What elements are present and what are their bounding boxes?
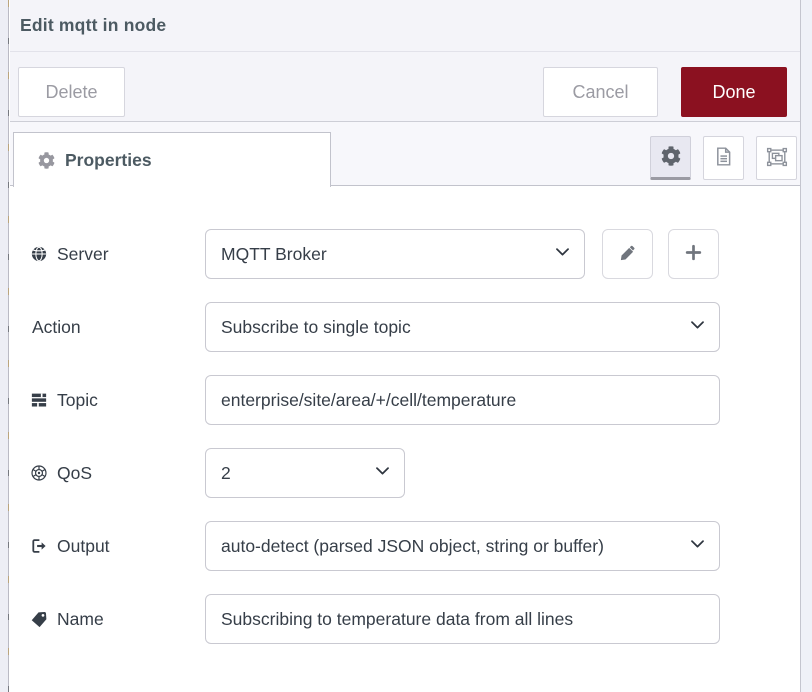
pencil-icon	[619, 244, 637, 265]
name-label: Name	[10, 609, 205, 630]
qos-select[interactable]: 2	[205, 448, 405, 498]
tray-toolbar: Delete Cancel Done	[10, 52, 800, 122]
output-select[interactable]: auto-detect (parsed JSON object, string …	[205, 521, 720, 571]
tab-properties[interactable]: Properties	[13, 132, 331, 187]
chevron-down-icon	[686, 315, 707, 339]
output-label: Output	[10, 536, 205, 557]
delete-button[interactable]: Delete	[18, 67, 125, 117]
gear-icon	[38, 152, 55, 169]
tag-icon	[30, 610, 48, 628]
globe-icon	[30, 245, 48, 263]
tab-bar: Properties	[10, 122, 800, 186]
chevron-down-icon	[551, 242, 572, 266]
add-server-button[interactable]	[668, 229, 719, 279]
cancel-button[interactable]: Cancel	[543, 67, 658, 117]
properties-form: Server MQTT Broker	[10, 186, 800, 644]
topic-label: Topic	[10, 390, 205, 411]
form-row-action: Action Subscribe to single topic	[10, 302, 800, 352]
tray-header: Edit mqtt in node	[10, 0, 800, 52]
topic-input[interactable]	[205, 375, 720, 425]
properties-tab-button[interactable]	[650, 136, 691, 180]
chevron-down-icon	[371, 461, 392, 485]
tab-icon-buttons	[650, 136, 797, 180]
edit-server-button[interactable]	[602, 229, 653, 279]
form-row-server: Server MQTT Broker	[10, 229, 800, 279]
file-text-icon	[713, 146, 734, 170]
appearance-tab-button[interactable]	[756, 136, 797, 180]
form-row-output: Output auto-detect (parsed JSON object, …	[10, 521, 800, 571]
done-button[interactable]: Done	[681, 67, 787, 117]
tray-left-edge	[0, 0, 9, 692]
object-group-icon	[766, 146, 788, 171]
form-row-qos: QoS 2	[10, 448, 800, 498]
chevron-down-icon	[686, 534, 707, 558]
server-select[interactable]: MQTT Broker	[205, 229, 585, 279]
edit-node-tray: Edit mqtt in node Delete Cancel Done Pro…	[0, 0, 812, 692]
plus-icon	[684, 243, 703, 265]
action-label: Action	[10, 317, 205, 338]
server-label: Server	[10, 244, 205, 265]
qos-label: QoS	[10, 463, 205, 484]
form-row-name: Name	[10, 594, 800, 644]
form-row-topic: Topic	[10, 375, 800, 425]
tray-right-edge	[800, 0, 812, 692]
tab-properties-label: Properties	[65, 150, 152, 171]
empire-icon	[30, 464, 48, 482]
description-tab-button[interactable]	[703, 136, 744, 180]
gear-icon	[661, 146, 681, 169]
action-select[interactable]: Subscribe to single topic	[205, 302, 720, 352]
sign-out-icon	[30, 537, 48, 555]
dialog-title: Edit mqtt in node	[20, 15, 166, 36]
name-input[interactable]	[205, 594, 720, 644]
tasks-icon	[30, 391, 48, 409]
